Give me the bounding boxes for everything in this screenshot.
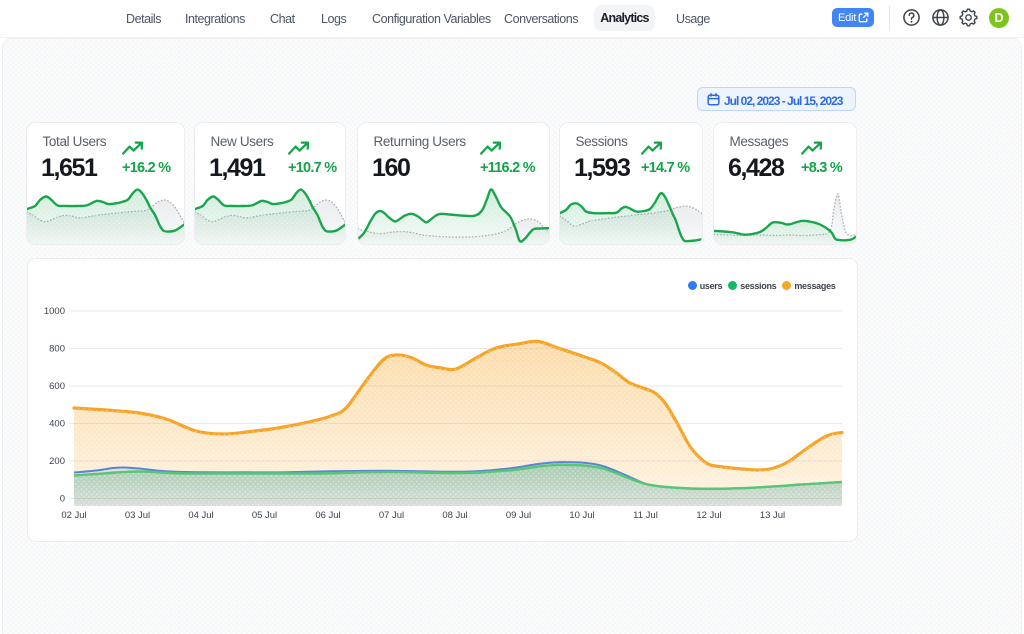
svg-text:05 Jul: 05 Jul	[251, 510, 276, 521]
svg-text:02 Jul: 02 Jul	[61, 510, 86, 521]
svg-text:800: 800	[49, 344, 65, 355]
svg-text:10 Jul: 10 Jul	[569, 510, 594, 521]
svg-text:200: 200	[49, 456, 65, 467]
svg-text:1000: 1000	[43, 306, 64, 317]
svg-text:11 Jul: 11 Jul	[633, 510, 658, 521]
svg-text:09 Jul: 09 Jul	[505, 510, 530, 521]
svg-text:04 Jul: 04 Jul	[188, 510, 213, 521]
svg-text:400: 400	[49, 419, 65, 430]
svg-text:12 Jul: 12 Jul	[696, 510, 721, 521]
svg-text:07 Jul: 07 Jul	[378, 510, 403, 521]
svg-text:13 Jul: 13 Jul	[759, 510, 784, 521]
svg-text:0: 0	[59, 494, 64, 505]
svg-text:600: 600	[49, 381, 65, 392]
svg-text:03 Jul: 03 Jul	[124, 510, 149, 521]
svg-text:08 Jul: 08 Jul	[442, 510, 467, 521]
svg-text:06 Jul: 06 Jul	[315, 510, 340, 521]
